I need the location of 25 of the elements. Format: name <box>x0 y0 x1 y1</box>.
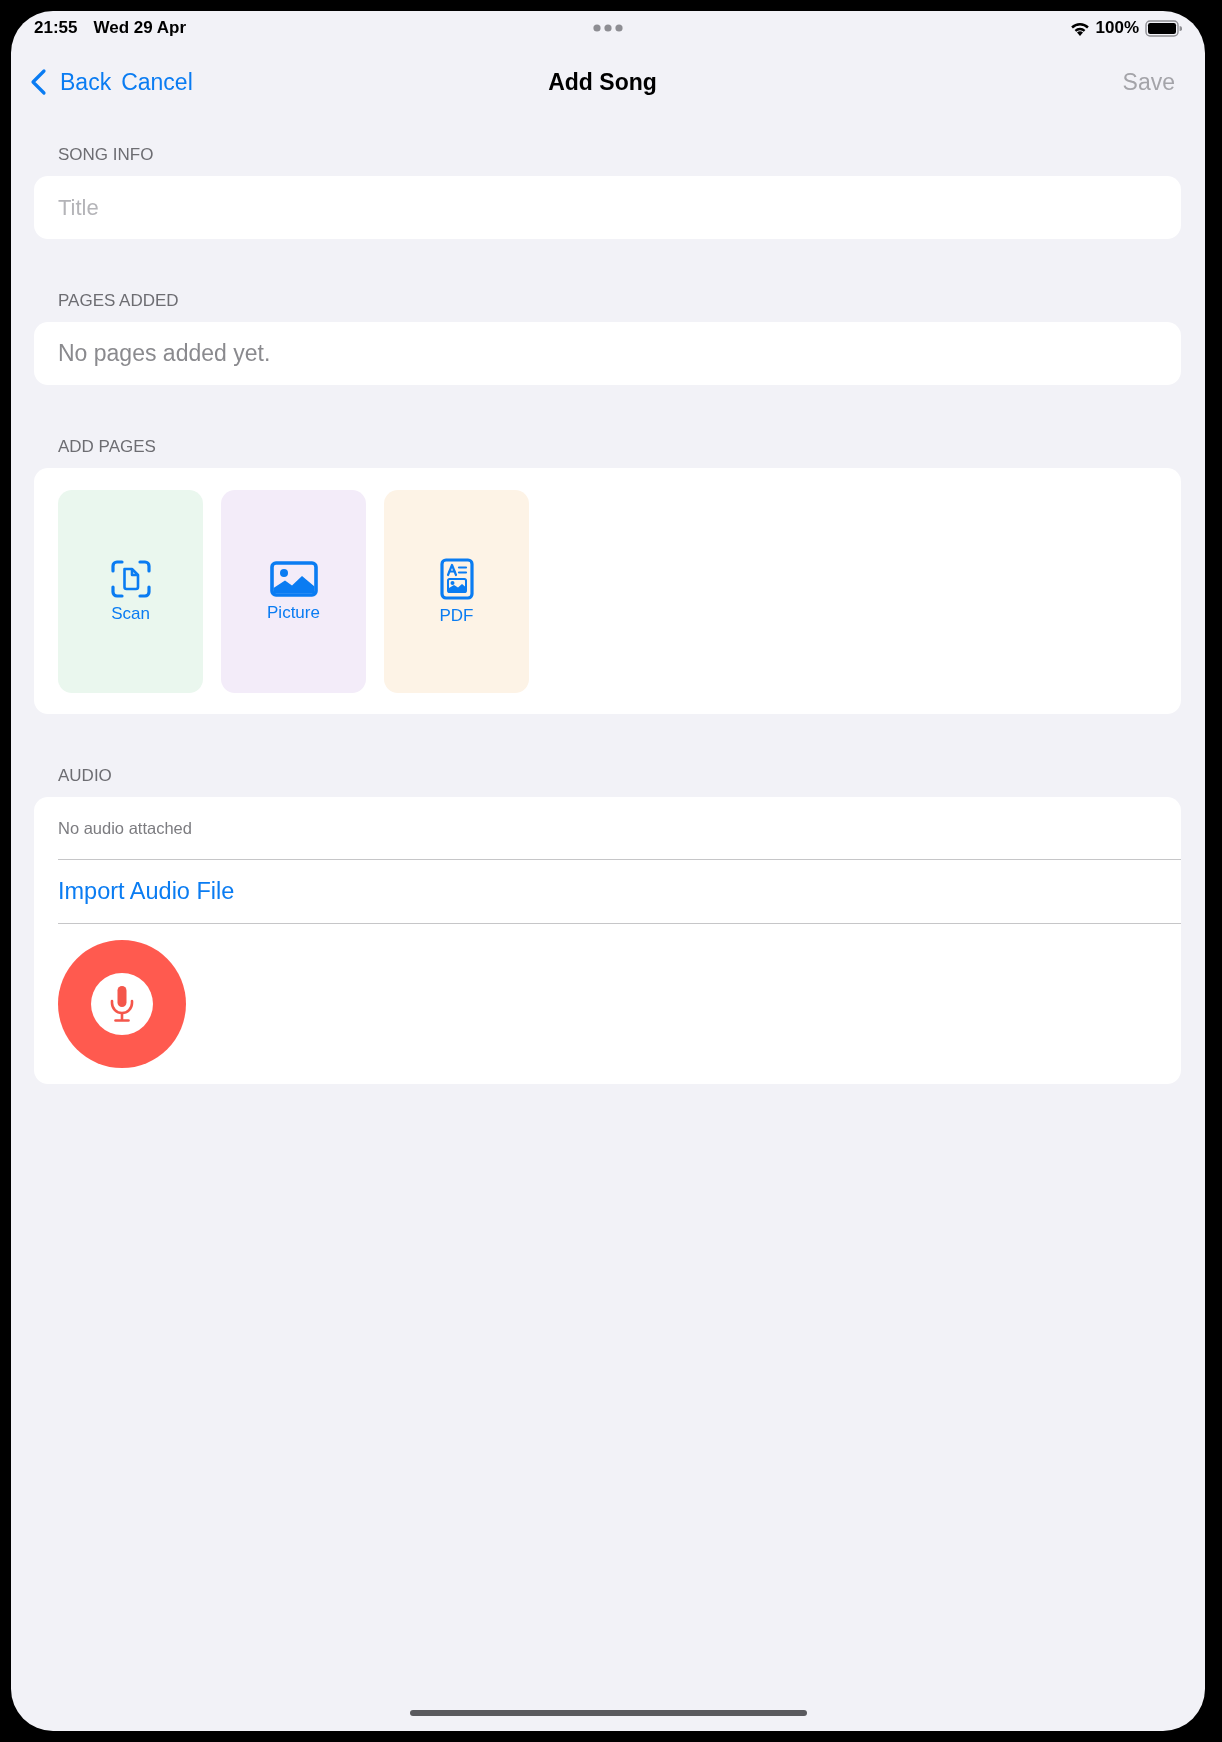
cancel-button[interactable]: Cancel <box>121 68 193 96</box>
more-dots-icon[interactable] <box>593 24 623 32</box>
empty-pages-message: No pages added yet. <box>58 340 271 367</box>
title-field[interactable]: Title <box>34 176 1181 239</box>
audio-status-text: No audio attached <box>58 818 192 838</box>
pdf-tile[interactable]: PDF <box>384 490 529 693</box>
wifi-icon <box>1069 20 1090 36</box>
section-header: PAGES ADDED <box>58 290 179 312</box>
section-header: ADD PAGES <box>58 436 156 458</box>
section-header: AUDIO <box>58 765 112 787</box>
document-icon <box>439 557 474 600</box>
battery-icon <box>1145 19 1182 37</box>
back-button[interactable]: Back <box>30 68 112 96</box>
microphone-icon <box>91 973 153 1035</box>
scan-tile[interactable]: Scan <box>58 490 203 693</box>
section-header: SONG INFO <box>58 144 154 166</box>
screen-title: Add Song <box>548 68 657 96</box>
status-date: Wed 29 Apr <box>93 18 187 38</box>
picture-tile[interactable]: Picture <box>221 490 366 693</box>
battery-percent: 100% <box>1095 18 1139 38</box>
document-scan-icon <box>110 559 151 598</box>
chevron-left-icon <box>30 68 47 96</box>
import-audio-link[interactable]: Import Audio File <box>58 878 235 905</box>
status-time: 21:55 <box>34 18 78 38</box>
photo-icon <box>269 560 318 597</box>
